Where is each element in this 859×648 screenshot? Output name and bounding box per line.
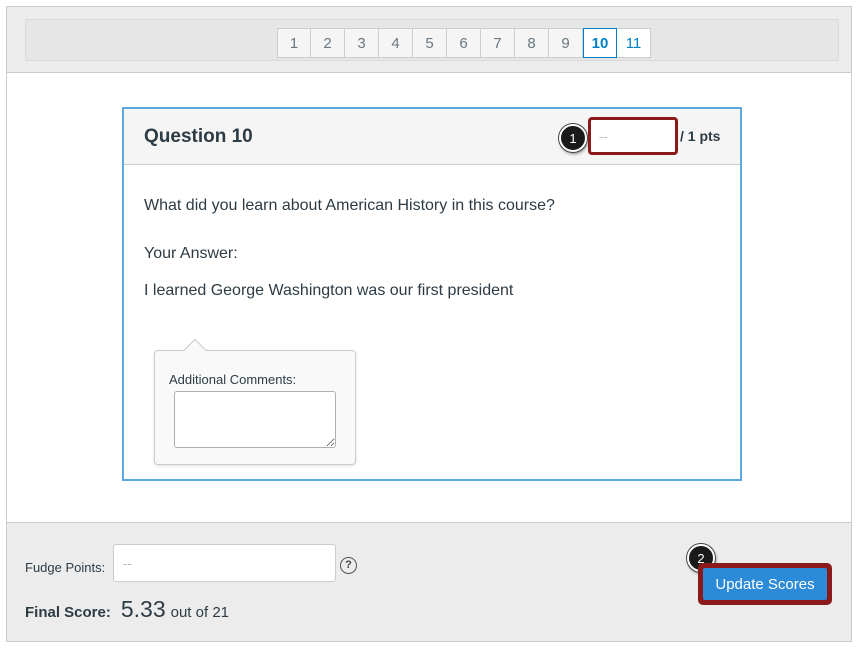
callout-badge-1: 1 <box>559 124 587 152</box>
student-answer: I learned George Washington was our firs… <box>144 282 514 299</box>
final-score-label: Final Score: <box>25 604 111 621</box>
question-card: Question 10 1 / 1 pts What did you learn… <box>122 107 742 481</box>
final-score-total: out of 21 <box>170 604 230 621</box>
question-prompt: What did you learn about American Histor… <box>144 197 555 214</box>
final-score-value: 5.33 <box>120 596 166 622</box>
page-button-1[interactable]: 1 <box>277 28 311 58</box>
question-title: Question 10 <box>144 126 253 147</box>
comments-popover: Additional Comments: <box>154 338 356 465</box>
comments-textarea[interactable] <box>174 391 336 448</box>
page-button-9[interactable]: 9 <box>549 28 583 58</box>
question-header: Question 10 1 / 1 pts <box>124 109 740 165</box>
pagination-container: 1 2 3 4 5 6 7 8 9 10 11 <box>25 19 839 61</box>
page-button-10-active[interactable]: 10 <box>583 28 617 58</box>
grading-frame: 1 2 3 4 5 6 7 8 9 10 11 Question 10 1 / … <box>6 6 852 642</box>
help-icon[interactable]: ? <box>340 557 357 574</box>
final-score-row: Final Score: 5.33 out of 21 <box>25 596 229 623</box>
page-button-5[interactable]: 5 <box>413 28 447 58</box>
fudge-points-label: Fudge Points: <box>25 560 106 575</box>
pagination-bar: 1 2 3 4 5 6 7 8 9 10 11 <box>7 7 851 73</box>
fudge-points-input[interactable] <box>113 544 336 582</box>
page-button-2[interactable]: 2 <box>311 28 345 58</box>
page-button-3[interactable]: 3 <box>345 28 379 58</box>
question-pager: 1 2 3 4 5 6 7 8 9 10 11 <box>277 28 651 58</box>
comments-label: Additional Comments: <box>169 372 297 387</box>
page-button-11[interactable]: 11 <box>617 28 651 58</box>
page-button-6[interactable]: 6 <box>447 28 481 58</box>
popover-arrow <box>183 338 207 362</box>
update-scores-button[interactable]: Update Scores <box>703 568 827 600</box>
update-scores-highlight: Update Scores <box>698 563 832 605</box>
points-input[interactable] <box>588 117 678 155</box>
score-footer: Fudge Points: ? Final Score: 5.33 out of… <box>7 522 851 641</box>
page-button-8[interactable]: 8 <box>515 28 549 58</box>
page-button-7[interactable]: 7 <box>481 28 515 58</box>
points-possible-label: / 1 pts <box>680 128 721 144</box>
page-button-4[interactable]: 4 <box>379 28 413 58</box>
answer-label: Your Answer: <box>144 245 238 262</box>
